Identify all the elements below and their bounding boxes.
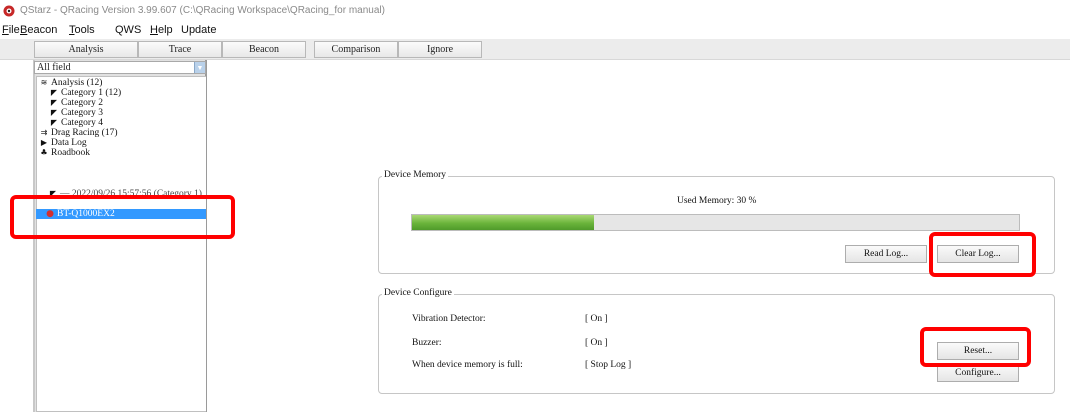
data-tree: ≋ Analysis (12) ◤ Category 1 (12) ◤ Categor… — [36, 76, 206, 412]
roadbook-icon: ♣ — [40, 148, 48, 157]
menu-beacon-label: eacon — [27, 24, 58, 36]
menu-qws-label: QWS — [115, 24, 142, 36]
tree-item-label: Roadbook — [51, 148, 91, 158]
device-memory-title: Device Memory — [382, 170, 448, 180]
memory-progress-bar — [411, 214, 1020, 231]
flag-icon: ◤ — [50, 98, 58, 107]
chevron-down-icon[interactable]: ▼ — [194, 62, 205, 73]
menu-update[interactable]: Update — [181, 24, 216, 36]
reset-highlight — [920, 327, 1031, 367]
menu-help[interactable]: Help — [150, 24, 173, 36]
memory-progress-fill — [412, 215, 594, 230]
menu-qws[interactable]: QWS — [115, 24, 141, 36]
title-bar: QStarz - QRacing Version 3.99.607 (C:\QR… — [0, 0, 1070, 22]
flag-icon: ◤ — [50, 88, 58, 97]
buzzer-label: Buzzer: — [412, 338, 442, 348]
buzzer-value: [ On ] — [585, 338, 608, 348]
vibration-detector-value: [ On ] — [585, 314, 608, 324]
analysis-icon: ≋ — [40, 78, 48, 87]
menu-beacon[interactable]: Beacon — [20, 24, 57, 36]
vibration-detector-label: Vibration Detector: — [412, 314, 486, 324]
filter-value: All field — [37, 62, 71, 73]
tree-item-label: Analysis (12) — [51, 78, 103, 88]
tree-item-label: Data Log — [51, 138, 87, 148]
drag-racing-icon: ⇉ — [40, 128, 48, 137]
beacon-tab-button[interactable]: Beacon — [222, 41, 306, 58]
menu-file[interactable]: File — [2, 24, 20, 36]
memory-full-value: [ Stop Log ] — [585, 360, 632, 370]
data-log-icon: ▶ — [40, 138, 48, 147]
menu-tools-label: ools — [74, 24, 95, 36]
window-title: QStarz - QRacing Version 3.99.607 (C:\QR… — [20, 5, 385, 16]
tree-item-label: Drag Racing (17) — [51, 128, 118, 138]
tree-item-label: Category 4 — [61, 118, 103, 128]
menu-help-label: elp — [157, 24, 173, 36]
toolbar: Analysis Trace Beacon Comparison Ignore — [0, 39, 1070, 60]
tree-item-label: Category 3 — [61, 108, 103, 118]
flag-icon: ◤ — [50, 108, 58, 117]
used-memory-label: Used Memory: 30 % — [677, 196, 757, 206]
tree-item-label: Category 2 — [61, 98, 103, 108]
tree-item-drag-racing[interactable]: ⇉ Drag Racing (17) — [39, 128, 118, 138]
tree-item-data-log[interactable]: ▶ Data Log — [39, 138, 87, 148]
menu-file-accel: F — [2, 24, 9, 36]
menu-update-label: Update — [181, 24, 217, 36]
ignore-tab-button[interactable]: Ignore — [398, 41, 482, 58]
menu-help-accel: H — [150, 24, 158, 36]
clear-log-highlight — [929, 232, 1036, 277]
tree-item-category-4[interactable]: ◤ Category 4 — [49, 118, 103, 128]
tree-item-category-1[interactable]: ◤ Category 1 (12) — [49, 88, 121, 98]
read-log-button[interactable]: Read Log... — [845, 245, 927, 263]
tree-item-analysis[interactable]: ≋ Analysis (12) — [39, 78, 103, 88]
app-logo-icon — [3, 5, 15, 17]
menu-file-label: ile — [8, 24, 20, 36]
tree-item-label: Category 1 (12) — [61, 88, 122, 98]
menu-tools[interactable]: Tools — [69, 24, 95, 36]
tree-item-category-2[interactable]: ◤ Category 2 — [49, 98, 103, 108]
device-configure-title: Device Configure — [382, 288, 454, 298]
tree-item-category-3[interactable]: ◤ Category 3 — [49, 108, 103, 118]
comparison-tab-button[interactable]: Comparison — [314, 41, 398, 58]
memory-full-label: When device memory is full: — [412, 360, 523, 370]
filter-dropdown[interactable]: All field ▼ — [34, 61, 206, 74]
analysis-tab-button[interactable]: Analysis — [34, 41, 138, 58]
menu-bar: File Beacon Tools QWS Help Update — [0, 22, 1070, 39]
flag-icon: ◤ — [50, 118, 58, 127]
tree-item-roadbook[interactable]: ♣ Roadbook — [39, 148, 90, 158]
trace-tab-button[interactable]: Trace — [138, 41, 222, 58]
device-highlight — [10, 195, 235, 239]
